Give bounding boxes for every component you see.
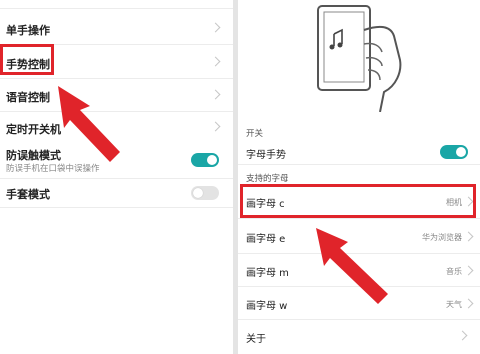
red-arrow-icon — [58, 86, 120, 162]
red-arrow-icon — [316, 228, 388, 304]
right-gesture-panel: 开关 字母手势 支持的字母 画字母 c 相机 画字母 e 华为浏览器 画字母 m… — [238, 0, 480, 354]
left-settings-panel: 单手操作 手势控制 语音控制 定时开关机 防误触模式 防误手机在口袋中误操作 手… — [0, 0, 233, 354]
